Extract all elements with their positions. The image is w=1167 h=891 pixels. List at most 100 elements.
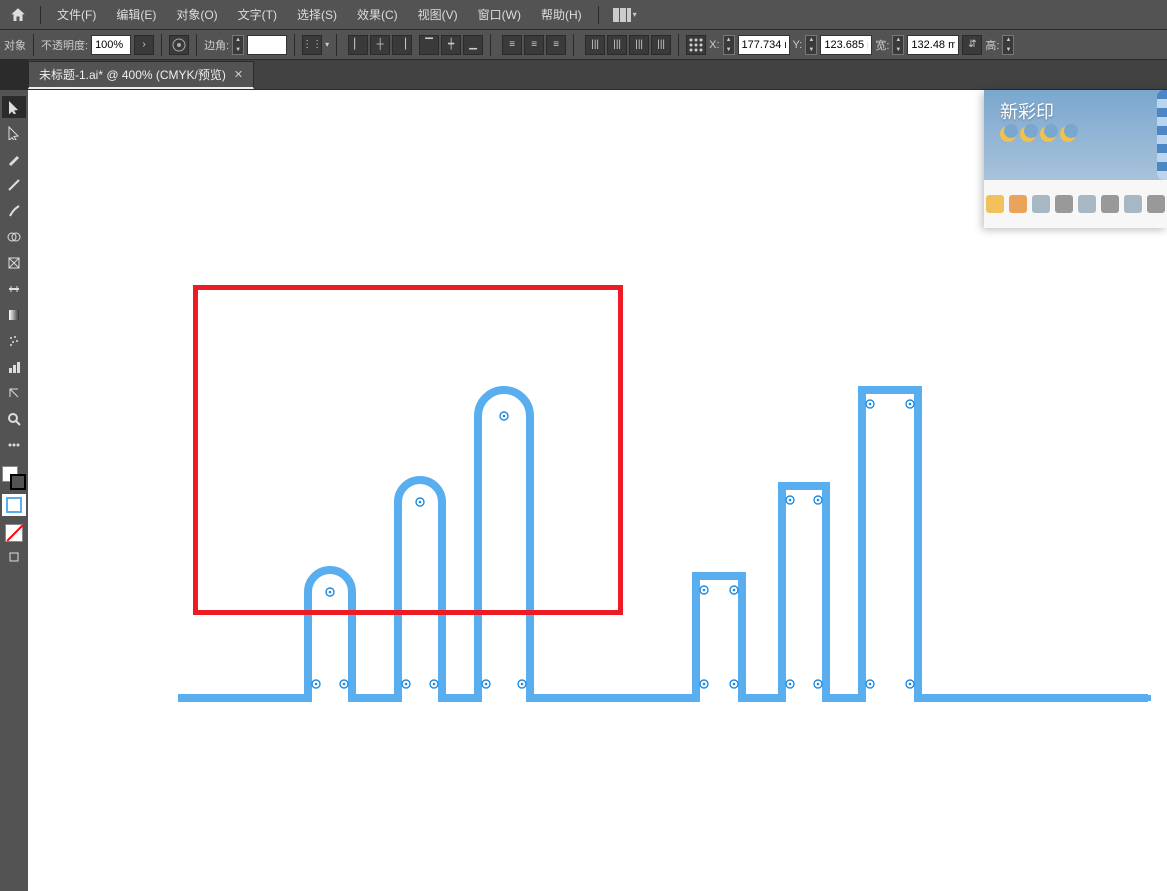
w-stepper[interactable]: ▲▼ <box>892 35 904 55</box>
anchor-point[interactable] <box>395 695 401 701</box>
arrange-documents-icon[interactable]: ▾ <box>613 6 637 24</box>
align-hcenter-icon[interactable]: ┼ <box>370 35 390 55</box>
pen-tool-icon[interactable] <box>2 148 26 170</box>
separator <box>33 34 34 56</box>
moon-icon <box>1020 126 1036 142</box>
menu-effect[interactable]: 效果(C) <box>347 2 408 27</box>
distribute-vcenter-icon[interactable]: ≡ <box>524 35 544 55</box>
panel-emblem-icon[interactable] <box>1147 195 1165 213</box>
align-top-icon[interactable]: ▔ <box>419 35 439 55</box>
separator <box>598 6 599 24</box>
anchor-point[interactable] <box>693 573 699 579</box>
menu-help[interactable]: 帮助(H) <box>531 2 592 27</box>
menu-object[interactable]: 对象(O) <box>166 2 227 27</box>
x-input[interactable] <box>738 35 790 55</box>
menu-type[interactable]: 文字(T) <box>228 2 287 27</box>
distribute-bottom-icon[interactable]: ≡ <box>546 35 566 55</box>
align-left-icon[interactable]: ▏ <box>348 35 368 55</box>
panel-emblem-icon[interactable] <box>1078 195 1096 213</box>
anchor-point[interactable] <box>439 695 445 701</box>
anchor-point[interactable] <box>859 695 865 701</box>
brush-tool-icon[interactable] <box>2 200 26 222</box>
symbol-sprayer-tool-icon[interactable] <box>2 330 26 352</box>
anchor-point[interactable] <box>305 695 311 701</box>
panel-emblem-icon[interactable] <box>1055 195 1073 213</box>
line-tool-icon[interactable] <box>2 174 26 196</box>
anchor-point[interactable] <box>527 695 533 701</box>
home-icon[interactable] <box>6 3 30 27</box>
color-fill-icon[interactable] <box>2 494 26 516</box>
floating-panel-icons <box>984 180 1167 228</box>
corner-stepper[interactable]: ▲▼ <box>232 35 244 55</box>
align-right-icon[interactable]: ▕ <box>392 35 412 55</box>
fill-stroke-swatch[interactable] <box>2 466 26 490</box>
anchor-point[interactable] <box>915 387 921 393</box>
anchor-point[interactable] <box>779 695 785 701</box>
width-tool-icon[interactable] <box>2 278 26 300</box>
anchor-point[interactable] <box>859 387 865 393</box>
opacity-input[interactable] <box>91 35 131 55</box>
close-tab-icon[interactable]: ✕ <box>234 68 243 81</box>
draw-mode-icon[interactable] <box>2 546 26 568</box>
align-vcenter-icon[interactable]: ┿ <box>441 35 461 55</box>
panel-emblem-icon[interactable] <box>1032 195 1050 213</box>
align-bottom-icon[interactable]: ▁ <box>463 35 483 55</box>
reference-point-icon[interactable] <box>686 35 706 55</box>
anchor-point[interactable] <box>349 695 355 701</box>
menu-select[interactable]: 选择(S) <box>287 2 347 27</box>
direct-selection-tool-icon[interactable] <box>2 122 26 144</box>
anchor-point[interactable] <box>739 695 745 701</box>
menu-window[interactable]: 窗口(W) <box>468 2 531 27</box>
h-stepper[interactable]: ▲▼ <box>1002 35 1014 55</box>
distribute-hc-icon[interactable]: ||| <box>607 35 627 55</box>
distribute-v-icon[interactable]: ||| <box>629 35 649 55</box>
anchor-point[interactable] <box>823 695 829 701</box>
corner-input[interactable] <box>247 35 287 55</box>
distribute-spacing-group: ||| ||| ||| ||| <box>585 35 671 55</box>
column-graph-tool-icon[interactable] <box>2 356 26 378</box>
distribute-h-icon[interactable]: ||| <box>585 35 605 55</box>
opacity-dropdown-icon[interactable]: › <box>134 35 154 55</box>
anchor-point[interactable] <box>475 695 481 701</box>
distribute-top-icon[interactable]: ≡ <box>502 35 522 55</box>
opacity-label: 不透明度: <box>41 37 88 53</box>
document-tab[interactable]: 未标题-1.ai* @ 400% (CMYK/预览) ✕ <box>28 61 254 89</box>
floating-panel[interactable]: 新彩印 <box>984 90 1167 228</box>
anchor-point[interactable] <box>1145 695 1151 701</box>
align-to-pixel-grid-icon[interactable]: ⋮⋮ <box>302 35 322 55</box>
horizontal-align-group: ▏ ┼ ▕ <box>348 35 412 55</box>
menu-view[interactable]: 视图(V) <box>408 2 468 27</box>
panel-emblem-icon[interactable] <box>1124 195 1142 213</box>
y-input[interactable] <box>820 35 872 55</box>
recolor-artwork-icon[interactable] <box>169 35 189 55</box>
menu-edit[interactable]: 编辑(E) <box>106 2 166 27</box>
x-stepper[interactable]: ▲▼ <box>723 35 735 55</box>
extra-tools-icon[interactable] <box>2 434 26 456</box>
slice-tool-icon[interactable] <box>2 382 26 404</box>
stroke-swatch[interactable] <box>10 474 26 490</box>
shape-builder-tool-icon[interactable] <box>2 226 26 248</box>
zoom-tool-icon[interactable] <box>2 408 26 430</box>
y-stepper[interactable]: ▲▼ <box>805 35 817 55</box>
menu-file[interactable]: 文件(F) <box>47 2 106 27</box>
separator <box>678 34 679 56</box>
anchor-point[interactable] <box>739 573 745 579</box>
anchor-point[interactable] <box>915 695 921 701</box>
control-bar: 对象 不透明度: › 边角: ▲▼ ⋮⋮ ▾ ▏ ┼ ▕ ▔ ┿ ▁ ≡ ≡ ≡… <box>0 29 1167 60</box>
distribute-vc-icon[interactable]: ||| <box>651 35 671 55</box>
selection-tool-icon[interactable] <box>2 96 26 118</box>
anchor-point[interactable] <box>779 483 785 489</box>
perspective-tool-icon[interactable] <box>2 252 26 274</box>
panel-emblem-icon[interactable] <box>986 195 1004 213</box>
anchor-point[interactable] <box>823 483 829 489</box>
gradient-tool-icon[interactable] <box>2 304 26 326</box>
link-wh-icon[interactable]: ⇵ <box>962 35 982 55</box>
w-label: 宽: <box>875 37 889 53</box>
anchor-point[interactable] <box>178 695 181 701</box>
canvas[interactable]: 新彩印 <box>28 90 1167 891</box>
none-color-icon[interactable] <box>5 524 23 542</box>
w-input[interactable] <box>907 35 959 55</box>
panel-emblem-icon[interactable] <box>1009 195 1027 213</box>
panel-emblem-icon[interactable] <box>1101 195 1119 213</box>
anchor-point[interactable] <box>693 695 699 701</box>
